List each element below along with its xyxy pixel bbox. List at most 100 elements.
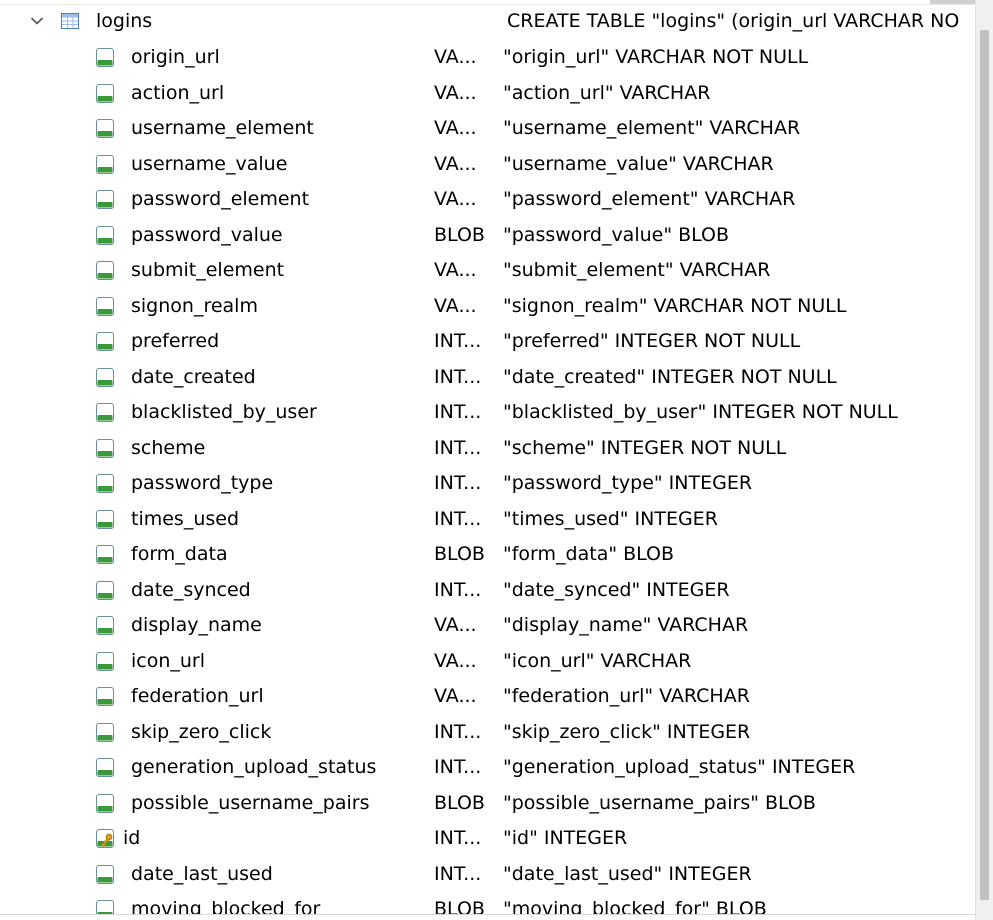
- field-icon: [95, 438, 115, 459]
- field-name: generation_upload_status: [131, 756, 377, 778]
- field-icon: [95, 189, 115, 210]
- field-name: action_url: [131, 82, 225, 104]
- field-icon: [95, 473, 115, 494]
- field-icon: [95, 47, 115, 68]
- field-row-times-used[interactable]: times_used INT... "times_used" INTEGER: [0, 502, 975, 536]
- field-name: scheme: [131, 437, 206, 459]
- field-type: VA...: [434, 188, 477, 210]
- field-row-origin-url[interactable]: origin_url VA... "origin_url" VARCHAR NOT …: [0, 40, 975, 74]
- field-row-password-type[interactable]: password_type INT... "password_type" INTEG…: [0, 466, 975, 500]
- field-schema: "generation_upload_status" INTEGER: [503, 756, 856, 778]
- field-schema: "submit_element" VARCHAR: [503, 259, 771, 281]
- field-schema: "display_name" VARCHAR: [503, 614, 749, 636]
- field-row-date-last-used[interactable]: date_last_used INT... "date_last_used" INT…: [0, 857, 975, 891]
- field-name: date_created: [131, 366, 256, 388]
- field-row-submit-element[interactable]: submit_element VA... "submit_element" VARC…: [0, 253, 975, 287]
- field-type: INT...: [434, 330, 482, 352]
- field-row-username-value[interactable]: username_value VA... "username_value" VARC…: [0, 147, 975, 181]
- table-schema: CREATE TABLE "logins" (origin_url VARCHA…: [507, 10, 960, 32]
- field-row-signon-realm[interactable]: signon_realm VA... "signon_realm" VARCHAR …: [0, 289, 975, 323]
- field-type: VA...: [434, 117, 477, 139]
- field-icon: [95, 296, 115, 317]
- field-row-scheme[interactable]: scheme INT... "scheme" INTEGER NOT NULL: [0, 431, 975, 465]
- field-type: INT...: [434, 579, 482, 601]
- field-type: INT...: [434, 508, 482, 530]
- field-name: submit_element: [131, 259, 285, 281]
- field-row-username-element[interactable]: username_element VA... "username_element" …: [0, 111, 975, 145]
- field-schema: "password_element" VARCHAR: [503, 188, 796, 210]
- field-type: VA...: [434, 614, 477, 636]
- field-type: INT...: [434, 756, 482, 778]
- field-schema: "id" INTEGER: [503, 827, 628, 849]
- chevron-down-icon[interactable]: [30, 4, 44, 38]
- field-row-generation-upload-status[interactable]: generation_upload_status INT... "generatio…: [0, 750, 975, 784]
- field-name: signon_realm: [131, 295, 258, 317]
- field-row-preferred[interactable]: preferred INT... "preferred" INTEGER NOT N…: [0, 324, 975, 358]
- field-icon: [95, 686, 115, 707]
- field-row-blacklisted-by-user[interactable]: blacklisted_by_user INT... "blacklisted_by…: [0, 395, 975, 429]
- field-row-password-element[interactable]: password_element VA... "password_element" …: [0, 182, 975, 216]
- field-schema: "signon_realm" VARCHAR NOT NULL: [503, 295, 847, 317]
- field-schema: "scheme" INTEGER NOT NULL: [503, 437, 787, 459]
- field-schema: "username_element" VARCHAR: [503, 117, 801, 139]
- vertical-scrollbar[interactable]: [975, 0, 993, 920]
- field-schema: "icon_url" VARCHAR: [503, 650, 692, 672]
- bottom-edge: [0, 914, 975, 920]
- field-schema: "origin_url" VARCHAR NOT NULL: [503, 46, 809, 68]
- field-icon: [95, 367, 115, 388]
- field-schema: "form_data" BLOB: [503, 543, 675, 565]
- field-name: username_element: [131, 117, 314, 139]
- field-icon: [95, 793, 115, 814]
- table-name: logins: [96, 10, 153, 32]
- field-type: VA...: [434, 46, 477, 68]
- field-name: display_name: [131, 614, 262, 636]
- field-type: VA...: [434, 295, 477, 317]
- field-name: password_value: [131, 224, 283, 246]
- field-name: origin_url: [131, 46, 220, 68]
- field-schema: "action_url" VARCHAR: [503, 82, 711, 104]
- table-row-logins[interactable]: logins CREATE TABLE "logins" (origin_url…: [0, 4, 975, 38]
- field-icon: [95, 260, 115, 281]
- field-icon: [95, 651, 115, 672]
- field-name: icon_url: [131, 650, 206, 672]
- field-name: id: [123, 827, 141, 849]
- field-row-icon-url[interactable]: icon_url VA... "icon_url" VARCHAR: [0, 644, 975, 678]
- field-icon: [95, 722, 115, 743]
- field-type: INT...: [434, 437, 482, 459]
- field-schema: "date_last_used" INTEGER: [503, 863, 752, 885]
- field-row-date-synced[interactable]: date_synced INT... "date_synced" INTEGER: [0, 573, 975, 607]
- field-row-date-created[interactable]: date_created INT... "date_created" INTEGER…: [0, 360, 975, 394]
- field-type: INT...: [434, 863, 482, 885]
- field-type: INT...: [434, 721, 482, 743]
- field-icon: [95, 118, 115, 139]
- field-row-password-value[interactable]: password_value BLOB "password_value" BLOB: [0, 218, 975, 252]
- field-icon: [95, 757, 115, 778]
- field-row-possible-username-pairs[interactable]: possible_username_pairs BLOB "possible_use…: [0, 786, 975, 820]
- schema-tree: logins CREATE TABLE "logins" (origin_url…: [0, 0, 975, 920]
- field-schema: "username_value" VARCHAR: [503, 153, 774, 175]
- field-icon: [95, 225, 115, 246]
- field-icon: [95, 615, 115, 636]
- field-name: date_last_used: [131, 863, 273, 885]
- field-type: INT...: [434, 472, 482, 494]
- field-name: password_type: [131, 472, 274, 494]
- field-row-federation-url[interactable]: federation_url VA... "federation_url" VARC…: [0, 679, 975, 713]
- field-row-skip-zero-click[interactable]: skip_zero_click INT... "skip_zero_click" I…: [0, 715, 975, 749]
- field-schema: "date_synced" INTEGER: [503, 579, 730, 601]
- field-row-display-name[interactable]: display_name VA... "display_name" VARCHAR: [0, 608, 975, 642]
- field-schema: "times_used" INTEGER: [503, 508, 718, 530]
- field-row-action-url[interactable]: action_url VA... "action_url" VARCHAR: [0, 76, 975, 110]
- field-row-form-data[interactable]: form_data BLOB "form_data" BLOB: [0, 537, 975, 571]
- field-name: preferred: [131, 330, 220, 352]
- field-schema: "date_created" INTEGER NOT NULL: [503, 366, 837, 388]
- field-row-id[interactable]: id INT... "id" INTEGER: [0, 821, 975, 855]
- field-icon: [95, 331, 115, 352]
- field-name: possible_username_pairs: [131, 792, 370, 814]
- field-type: INT...: [434, 827, 482, 849]
- field-name: date_synced: [131, 579, 251, 601]
- field-type: INT...: [434, 366, 482, 388]
- field-type: VA...: [434, 259, 477, 281]
- field-name: form_data: [131, 543, 228, 565]
- scrollbar-thumb[interactable]: [980, 30, 989, 900]
- field-name: times_used: [131, 508, 240, 530]
